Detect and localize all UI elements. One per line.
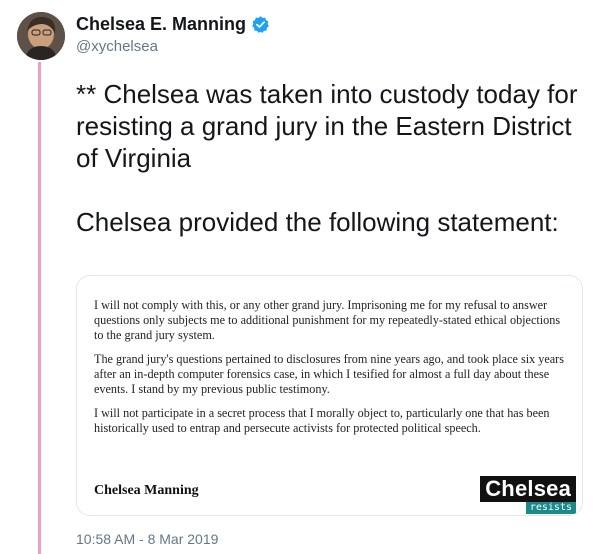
display-name[interactable]: Chelsea E. Manning <box>76 14 246 35</box>
avatar[interactable] <box>17 12 65 60</box>
statement-text: I will not comply with this, or any othe… <box>94 298 564 445</box>
tweet-timestamp[interactable]: 10:58 AM - 8 Mar 2019 <box>76 531 218 547</box>
thread-line <box>38 62 41 554</box>
logo-main-text: Chelsea <box>480 476 576 502</box>
chelsea-resists-logo: Chelsea resists <box>476 476 576 514</box>
tweet-text: ** Chelsea was taken into custody today … <box>76 78 586 238</box>
statement-paragraph: The grand jury's questions pertained to … <box>94 352 564 396</box>
tweet-header: Chelsea E. Manning @xychelsea <box>76 12 270 55</box>
tweet-text-line-1: ** Chelsea was taken into custody today … <box>76 79 578 173</box>
handle[interactable]: @xychelsea <box>76 38 270 55</box>
logo-sub-text: resists <box>525 502 576 514</box>
tweet-text-line-2: Chelsea provided the following statement… <box>76 207 559 237</box>
statement-paragraph: I will not comply with this, or any othe… <box>94 298 561 342</box>
statement-image-card[interactable]: I will not comply with this, or any othe… <box>76 275 583 516</box>
avatar-image <box>17 12 65 60</box>
verified-badge-icon <box>251 15 270 34</box>
statement-paragraph: I will not participate in a secret proce… <box>94 406 550 435</box>
statement-signature: Chelsea Manning <box>94 483 199 498</box>
